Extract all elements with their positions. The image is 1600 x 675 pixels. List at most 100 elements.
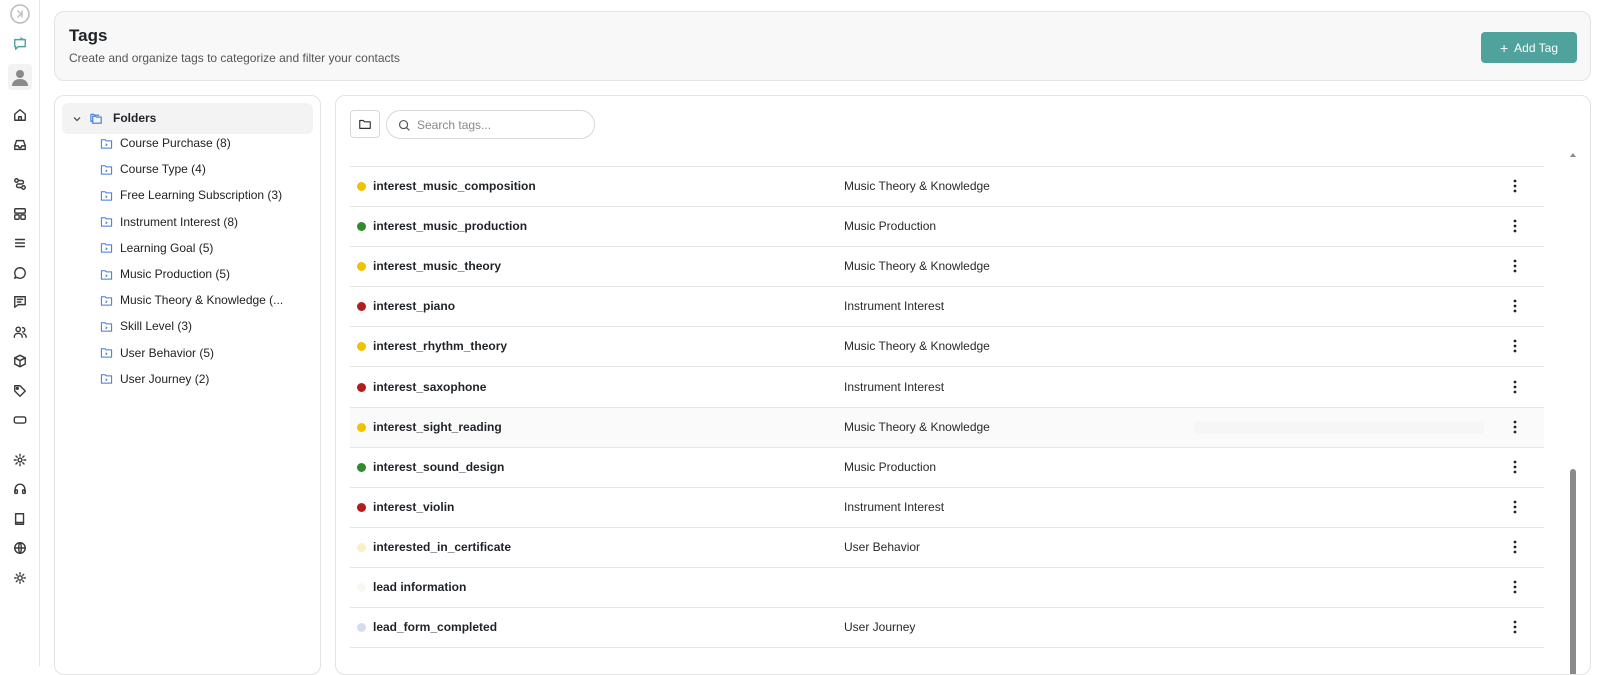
table-row[interactable]: interest_music_composition Music Theory &…	[350, 167, 1544, 207]
comments-icon[interactable]	[10, 292, 30, 312]
tag-color-dot	[357, 422, 366, 432]
list-icon[interactable]	[10, 233, 30, 253]
more-options-icon[interactable]	[1505, 296, 1525, 316]
folder-icon	[100, 372, 113, 385]
tag-color-dot	[357, 623, 366, 633]
folder-item-label: Free Learning Subscription (3)	[120, 188, 283, 203]
tag-name: interested_in_certificate	[373, 539, 512, 554]
folders-root[interactable]: Folders	[62, 103, 313, 134]
workflow-icon[interactable]	[10, 174, 30, 194]
table-row[interactable]: interest_saxophone Instrument Interest	[350, 368, 1544, 408]
ticket-icon[interactable]	[10, 410, 30, 430]
tag-color-dot	[357, 182, 366, 191]
avatar[interactable]	[8, 64, 32, 90]
folder-item[interactable]: Course Type (4)	[100, 158, 310, 180]
tag-folder: Music Theory & Knowledge	[844, 339, 990, 354]
plus-icon: +	[1499, 39, 1509, 56]
tag-icon[interactable]	[10, 381, 30, 401]
more-options-icon[interactable]	[1505, 537, 1525, 557]
tag-name: interest_rhythm_theory	[373, 339, 508, 354]
table-row[interactable]: interest_music_production Music Productio…	[350, 207, 1544, 248]
more-options-icon[interactable]	[1505, 336, 1525, 356]
folder-item[interactable]: Learning Goal (5)	[100, 237, 310, 259]
tag-folder: Music Theory & Knowledge	[844, 259, 990, 274]
book-icon[interactable]	[10, 509, 30, 529]
table-row[interactable]: interest_sight_reading Music Theory & Kno…	[350, 407, 1544, 448]
chevron-down-icon[interactable]	[71, 112, 83, 124]
folder-item-label: Course Type (4)	[120, 162, 206, 177]
nav-rail	[0, 0, 40, 666]
folder-icon	[100, 241, 113, 254]
home-icon[interactable]	[10, 105, 30, 125]
scrollbar[interactable]	[1568, 151, 1578, 674]
folders-label: Folders	[113, 111, 157, 125]
folder-item[interactable]: Music Production (5)	[100, 263, 310, 285]
folder-item[interactable]: User Behavior (5)	[100, 342, 310, 364]
globe-icon[interactable]	[10, 538, 30, 558]
table-row[interactable]: interest_violin Instrument Interest	[350, 488, 1544, 528]
more-options-icon[interactable]	[1505, 457, 1525, 477]
search-icon	[398, 119, 410, 131]
more-options-icon[interactable]	[1505, 216, 1525, 236]
folder-item-label: User Behavior (5)	[120, 345, 215, 360]
folder-item[interactable]: User Journey (2)	[100, 368, 310, 390]
table-row[interactable]: interest_rhythm_theory Music Theory & Kno…	[350, 327, 1544, 368]
more-options-icon[interactable]	[1505, 497, 1525, 517]
folder-item-label: Skill Level (3)	[120, 319, 193, 334]
headset-icon[interactable]	[10, 479, 30, 499]
tag-folder: Music Theory & Knowledge	[844, 179, 990, 193]
row-hover-highlight	[1194, 420, 1484, 434]
folders-icon	[89, 111, 104, 126]
table-row[interactable]: lead information	[350, 568, 1544, 608]
users-icon[interactable]	[10, 322, 30, 342]
table-row[interactable]: interest_sound_design Music Production	[350, 448, 1544, 488]
tag-name: interest_piano	[373, 299, 456, 314]
tag-name: interest_music_production	[373, 219, 528, 234]
more-options-icon[interactable]	[1505, 256, 1525, 276]
folder-item-label: Music Production (5)	[120, 267, 231, 281]
folder-item[interactable]: Course Purchase (8)	[100, 132, 310, 154]
tag-name: interest_sight_reading	[373, 419, 502, 434]
scrollbar-thumb[interactable]	[1570, 469, 1576, 674]
search-box[interactable]	[386, 110, 595, 139]
more-options-icon[interactable]	[1505, 577, 1525, 597]
inbox-icon[interactable]	[10, 135, 30, 155]
table-row[interactable]: interest_music_theory Music Theory & Know…	[350, 247, 1544, 288]
tag-folder: User Journey	[844, 620, 916, 635]
tag-folder: User Behavior	[844, 539, 921, 554]
more-options-icon[interactable]	[1505, 417, 1525, 437]
tag-folder: Instrument Interest	[844, 299, 945, 314]
add-tag-button[interactable]: + Add Tag	[1481, 32, 1577, 63]
more-options-icon[interactable]	[1505, 617, 1525, 637]
table-row[interactable]: interested_in_certificate User Behavior	[350, 528, 1544, 568]
page-header: Tags Create and organize tags to categor…	[54, 11, 1591, 81]
table-row[interactable]: lead_form_completed User Journey	[350, 608, 1544, 649]
layout-icon[interactable]	[10, 204, 30, 224]
tag-folder: Instrument Interest	[844, 499, 945, 514]
more-options-icon[interactable]	[1505, 377, 1525, 397]
tag-folder: Music Theory & Knowledge	[844, 419, 990, 434]
folder-item-label: Music Theory & Knowledge (...	[120, 293, 284, 308]
tag-folder: Music Production	[844, 459, 937, 474]
folder-icon	[359, 119, 371, 129]
folder-icon	[100, 346, 113, 359]
folder-view-button[interactable]	[350, 110, 380, 138]
folder-item[interactable]: Instrument Interest (8)	[100, 211, 310, 233]
chat-icon[interactable]	[10, 34, 30, 54]
scroll-up-arrow-icon[interactable]	[1569, 151, 1577, 159]
page-subtitle: Create and organize tags to categorize a…	[69, 51, 400, 65]
tag-color-dot	[357, 583, 366, 592]
sidebar-toggle-icon[interactable]	[10, 4, 30, 24]
folder-item[interactable]: Skill Level (3)	[100, 315, 310, 337]
folder-item[interactable]: Music Theory & Knowledge (...	[100, 289, 310, 311]
theme-icon[interactable]	[10, 568, 30, 588]
folder-item[interactable]: Free Learning Subscription (3)	[100, 184, 310, 206]
folder-icon	[100, 294, 113, 307]
message-icon[interactable]	[10, 263, 30, 283]
table-row[interactable]: interest_piano Instrument Interest	[350, 287, 1544, 328]
more-options-icon[interactable]	[1505, 176, 1525, 196]
settings-icon[interactable]	[10, 450, 30, 470]
search-input[interactable]	[417, 115, 587, 135]
box-icon[interactable]	[10, 351, 30, 371]
folder-item-label: Course Purchase (8)	[120, 136, 231, 150]
